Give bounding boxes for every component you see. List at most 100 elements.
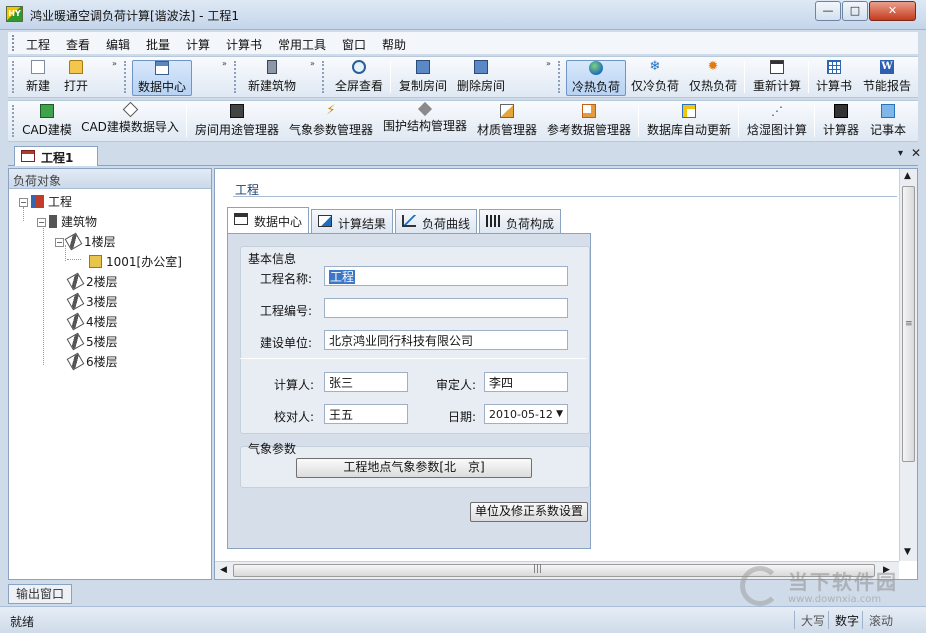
tree-node-floor-1[interactable]: −1楼层: [55, 232, 116, 251]
toolbar-overflow[interactable]: »: [112, 59, 117, 68]
menu-help[interactable]: 帮助: [382, 36, 406, 53]
energy-report-button[interactable]: W 节能报告: [860, 60, 914, 96]
date-picker[interactable]: 2010-05-12 ▼: [484, 404, 568, 424]
cooling-heating-load-button[interactable]: 冷热负荷: [566, 60, 626, 96]
tree-node-building[interactable]: − 建筑物: [37, 213, 97, 230]
db-auto-update-button[interactable]: 数据库自动更新: [644, 104, 734, 140]
maximize-button[interactable]: □: [842, 1, 868, 21]
calculator-input[interactable]: 张三: [324, 372, 408, 392]
snowflake-icon: ❄: [649, 59, 661, 74]
menu-calc-book[interactable]: 计算书: [226, 36, 262, 53]
collapse-toggle[interactable]: −: [19, 198, 28, 207]
menu-calculate[interactable]: 计算: [186, 36, 210, 53]
tab-load-curve[interactable]: 负荷曲线: [395, 209, 477, 233]
menu-project[interactable]: 工程: [26, 36, 50, 53]
material-manager-button[interactable]: 材质管理器: [474, 104, 540, 140]
cooling-load-only-button[interactable]: ❄ 仅冷负荷: [628, 60, 682, 96]
folder-icon: [69, 60, 83, 74]
project-name-input[interactable]: 工程: [324, 266, 568, 286]
scroll-down-icon[interactable]: ▼: [904, 547, 911, 557]
notepad-button[interactable]: 记事本: [866, 104, 910, 140]
project-number-input[interactable]: [324, 298, 568, 318]
checker-label: 校对人:: [273, 410, 314, 424]
approver-input[interactable]: 李四: [484, 372, 568, 392]
reference-data-manager-button[interactable]: 参考数据管理器: [544, 104, 634, 140]
scroll-up-icon[interactable]: ▲: [904, 171, 911, 181]
tab-list-dropdown[interactable]: ▾: [898, 148, 903, 159]
weather-location-button[interactable]: 工程地点气象参数[北 京]: [296, 458, 532, 478]
scroll-lock-indicator: 滚动: [862, 611, 899, 629]
open-button[interactable]: 打开: [60, 60, 92, 96]
menu-edit[interactable]: 编辑: [106, 36, 130, 53]
toolbar-overflow[interactable]: »: [222, 59, 227, 68]
toolbar-separator: [638, 105, 639, 137]
psychrometric-button[interactable]: ⋰ 焓湿图计算: [744, 104, 810, 140]
toolbar-overflow[interactable]: »: [546, 59, 551, 68]
menu-view[interactable]: 查看: [66, 36, 90, 53]
bar-chart-icon: [486, 215, 500, 227]
calculator-button[interactable]: 计算器: [820, 104, 862, 140]
collapse-toggle[interactable]: −: [55, 238, 64, 247]
menu-batch[interactable]: 批量: [146, 36, 170, 53]
menu-tools[interactable]: 常用工具: [278, 36, 326, 53]
caps-lock-indicator: 大写: [794, 611, 831, 629]
tree-node-room-1001[interactable]: 1001[办公室]: [89, 253, 182, 270]
chevron-down-icon[interactable]: ▼: [556, 409, 563, 419]
tab-project1[interactable]: 工程1: [14, 146, 98, 166]
menu-bar: 工程 查看 编辑 批量 计算 计算书 常用工具 窗口 帮助: [8, 32, 918, 54]
toolbar-grip[interactable]: [12, 61, 15, 93]
tree-node-floor-5[interactable]: 5楼层: [66, 332, 118, 351]
tab-load-composition[interactable]: 负荷构成: [479, 209, 561, 233]
menu-grip[interactable]: [12, 35, 15, 51]
delete-room-icon: [474, 60, 488, 74]
load-object-tree-panel: 负荷对象 − 工程 − 建筑物 −1楼层 1001[办公室] 2楼层 3楼层 4楼层…: [8, 168, 212, 580]
tab-calc-results[interactable]: 计算结果: [311, 209, 393, 233]
collapse-toggle[interactable]: −: [37, 218, 46, 227]
toolbar-grip[interactable]: [558, 61, 561, 93]
envelope-manager-button[interactable]: 围护结构管理器: [380, 101, 470, 140]
vertical-scrollbar[interactable]: ▲ ≡ ▼: [899, 169, 917, 561]
heating-load-only-button[interactable]: ✹ 仅热负荷: [686, 60, 740, 96]
calc-book-button[interactable]: 计算书: [812, 60, 856, 96]
delete-room-button[interactable]: 删除房间: [454, 60, 508, 96]
content-panel: 工程 数据中心 计算结果 负荷曲线 负荷构成 基本信息 工程名称: 工程 工程编…: [214, 168, 918, 580]
weather-params-manager-button[interactable]: ⚡ 气象参数管理器: [286, 104, 376, 140]
toolbar-separator: [390, 61, 391, 93]
copy-room-icon: [416, 60, 430, 74]
new-building-button[interactable]: 新建筑物: [244, 60, 300, 96]
cad-model-button[interactable]: CAD建模: [20, 104, 74, 140]
approver-label: 审定人:: [435, 378, 476, 392]
notepad-icon: [881, 104, 895, 118]
copy-room-button[interactable]: 复制房间: [396, 60, 450, 96]
cad-import-button[interactable]: CAD建模数据导入: [78, 101, 182, 140]
new-file-icon: [31, 60, 45, 74]
toolbar-grip[interactable]: [12, 105, 15, 137]
toolbar-grip[interactable]: [234, 61, 237, 93]
data-center-button[interactable]: 数据中心: [132, 60, 192, 96]
output-window-tab[interactable]: 输出窗口: [8, 584, 72, 604]
tree-node-floor-4[interactable]: 4楼层: [66, 312, 118, 331]
room-usage-manager-button[interactable]: 房间用途管理器: [192, 104, 282, 140]
units-correction-button[interactable]: 单位及修正系数设置: [470, 502, 588, 522]
project-icon: [31, 195, 44, 208]
toolbar-grip[interactable]: [322, 61, 325, 93]
builder-input[interactable]: 北京鸿业同行科技有限公司: [324, 330, 568, 350]
scroll-left-icon[interactable]: ◀: [220, 565, 227, 575]
checker-input[interactable]: 王五: [324, 404, 408, 424]
new-button[interactable]: 新建: [22, 60, 54, 96]
tree-node-project[interactable]: − 工程: [19, 193, 72, 210]
sun-icon: ✹: [707, 59, 719, 74]
tree-node-floor-2[interactable]: 2楼层: [66, 272, 118, 291]
recalculate-button[interactable]: 重新计算: [750, 60, 804, 96]
toolbar-overflow[interactable]: »: [310, 59, 315, 68]
minimize-button[interactable]: —: [815, 1, 841, 21]
menu-window[interactable]: 窗口: [342, 36, 366, 53]
toolbar-grip[interactable]: [124, 61, 127, 93]
tab-data-center[interactable]: 数据中心: [227, 207, 309, 233]
tree-node-floor-3[interactable]: 3楼层: [66, 292, 118, 311]
fullscreen-view-button[interactable]: 全屏查看: [332, 60, 386, 96]
close-tab-button[interactable]: ✕: [911, 146, 921, 160]
tree-node-floor-6[interactable]: 6楼层: [66, 352, 118, 371]
close-button[interactable]: ✕: [869, 1, 916, 21]
calculator-icon: [834, 104, 848, 118]
